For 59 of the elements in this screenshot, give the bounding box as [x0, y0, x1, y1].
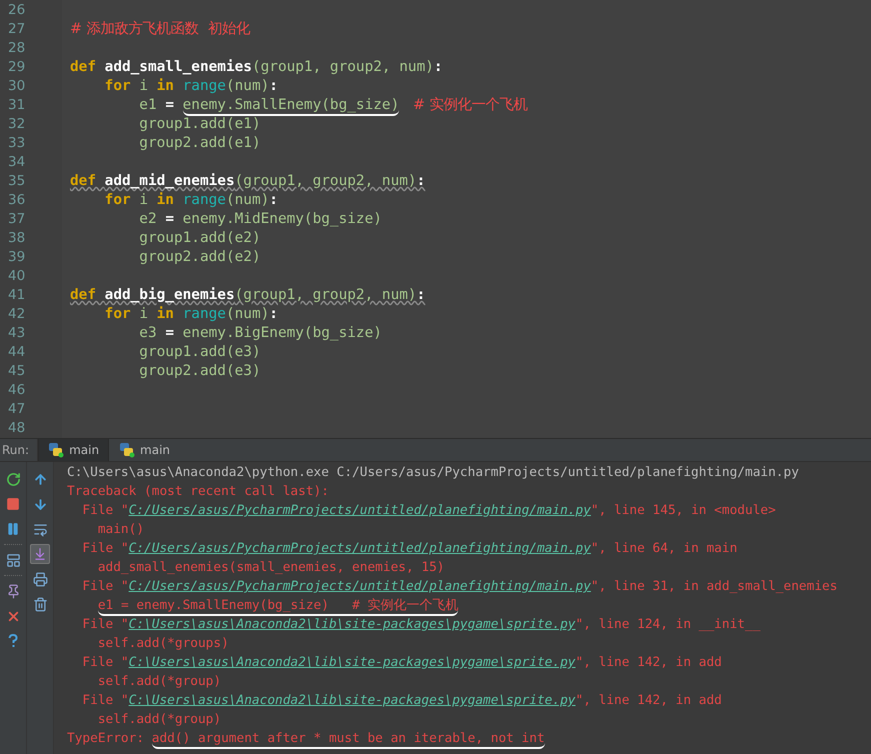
line-number: 41 [7, 286, 26, 305]
console-line: TypeError: add() argument after * must be an iterable, not int [67, 729, 545, 748]
console-line: File "C:/Users/asus/PycharmProjects/untitled/planefighting/main.py", line 145, in <module> [81, 502, 776, 520]
console-line: main() [96, 521, 144, 539]
line-number: 31 [7, 96, 26, 115]
console-line: self.add(*group) [96, 673, 222, 691]
line-number: 34 [7, 153, 26, 172]
line-number: 26 [7, 1, 26, 20]
line-number: 36 [7, 191, 26, 210]
line-number: 32 [7, 115, 26, 134]
line-number: 45 [7, 362, 26, 381]
code-line: def add_mid_enemies(group1, group2, num): [70, 172, 426, 191]
line-number: 47 [7, 400, 26, 419]
code-line: group2.add(e1) [138, 134, 261, 153]
code-line: group2.add(e2) [138, 248, 261, 267]
line-number: 38 [7, 229, 26, 248]
run-tab[interactable]: main [38, 439, 110, 461]
line-number: 37 [7, 210, 26, 229]
python-icon [119, 442, 136, 458]
code-line: for i in range(num): [104, 191, 278, 210]
code-line: for i in range(num): [104, 77, 278, 96]
run-tab[interactable]: main [109, 439, 180, 461]
code-line: group1.add(e3) [138, 343, 261, 362]
console-line: File "C:/Users/asus/PycharmProjects/untitled/planefighting/main.py", line 64, in main [81, 540, 738, 558]
line-number: 30 [7, 77, 26, 96]
line-number: 44 [7, 343, 26, 362]
console-line: add_small_enemies(small_enemies, enemies, 15) [96, 559, 445, 577]
line-number: 29 [7, 58, 26, 77]
console-line: self.add(*group) [96, 711, 222, 729]
line-number: 43 [7, 324, 26, 343]
code-line: # 添加敌方飞机函数 初始化 [70, 20, 250, 39]
line-number: 28 [7, 39, 26, 58]
line-number: 35 [7, 172, 26, 191]
console-line: File "C:\Users\asus\Anaconda2\lib\site-packages\pygame\sprite.py", line 142, in add [81, 654, 722, 672]
code-line: def add_big_enemies(group1, group2, num): [70, 286, 426, 305]
console-line: File "C:/Users/asus/PycharmProjects/untitled/planefighting/main.py", line 31, in add_small_enemies [81, 578, 838, 596]
code-line: group1.add(e1) [138, 115, 261, 134]
console-line: File "C:\Users\asus\Anaconda2\lib\site-packages\pygame\sprite.py", line 124, in __init__ [81, 616, 760, 634]
line-number: 39 [7, 248, 26, 267]
code-line: def add_small_enemies(group1, group2, num): [70, 58, 443, 77]
line-number: 40 [7, 267, 26, 286]
scroll-to-end-icon[interactable] [30, 544, 50, 564]
code-line: e1 = enemy.SmallEnemy(bg_size) # 实例化一个飞机 [70, 96, 528, 115]
code-line: e3 = enemy.BigEnemy(bg_size) [138, 324, 382, 343]
console-line: e1 = enemy.SmallEnemy(bg_size) # 实例化一个飞机 [67, 596, 458, 615]
console-line: C:\Users\asus\Anaconda2\python.exe C:/Users/asus/PycharmProjects/untitled/planefighting/main.py [67, 464, 799, 482]
code-line: group2.add(e3) [138, 362, 261, 381]
console-line: File "C:\Users\asus\Anaconda2\lib\site-packages\pygame\sprite.py", line 142, in add [81, 692, 722, 710]
console-line: Traceback (most recent call last): [67, 483, 329, 501]
line-number: 42 [7, 305, 26, 324]
python-icon [48, 442, 64, 458]
line-number: 33 [7, 134, 26, 153]
code-line: for i in range(num): [104, 305, 278, 324]
line-number: 27 [7, 20, 26, 39]
code-line: group1.add(e2) [138, 229, 261, 248]
line-number: 48 [7, 419, 26, 438]
code-line: e2 = enemy.MidEnemy(bg_size) [138, 210, 382, 229]
console-line: self.add(*groups) [96, 635, 229, 653]
line-number: 46 [7, 381, 26, 400]
